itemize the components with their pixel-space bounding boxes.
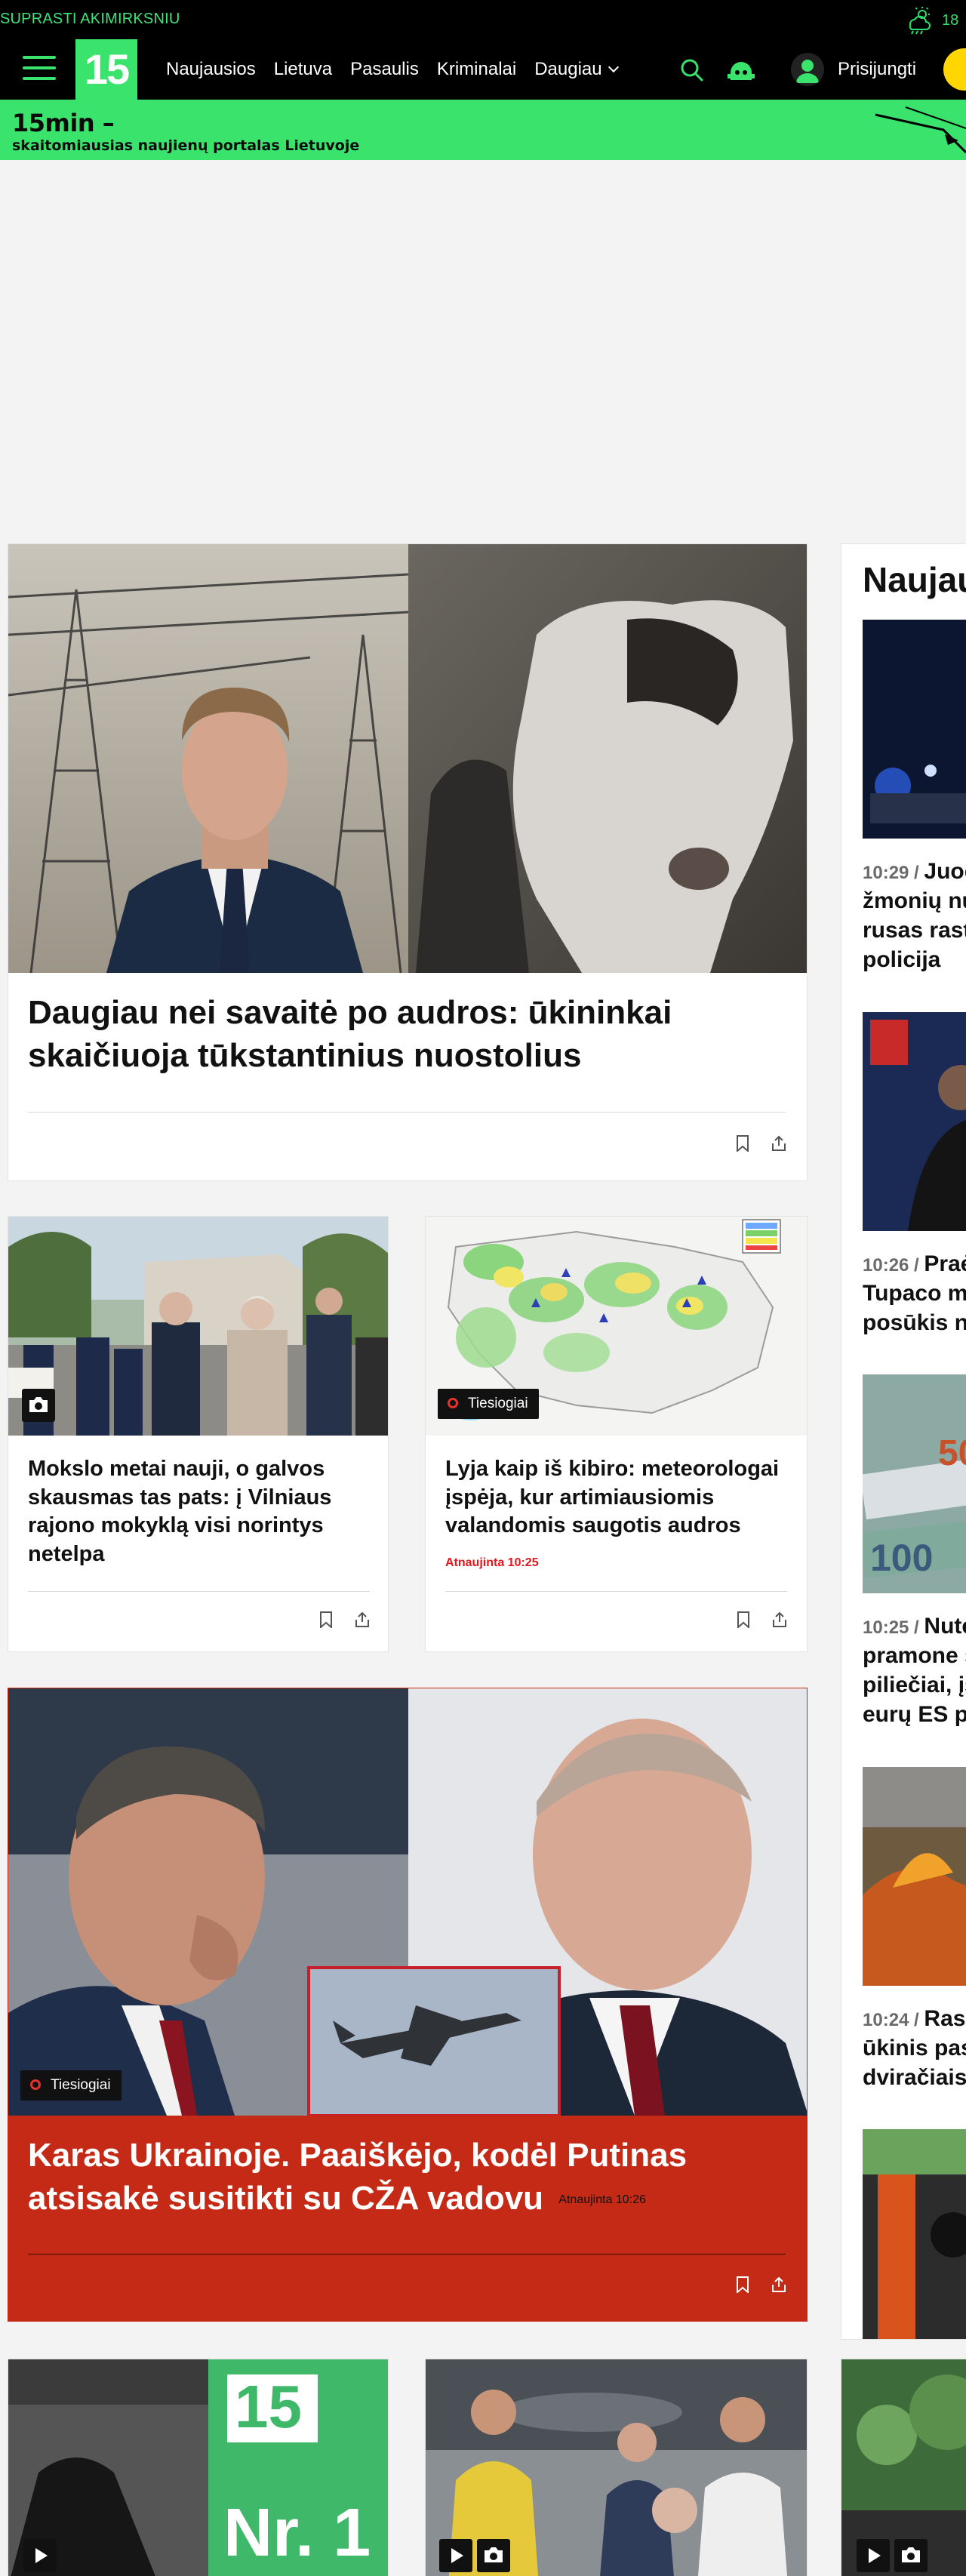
bookmark-icon[interactable] [736, 2276, 749, 2293]
svg-text:15: 15 [235, 2373, 302, 2440]
menu-hamburger-icon[interactable] [23, 56, 56, 83]
sidebar-thumb-2[interactable] [863, 1012, 966, 1231]
sidebar-item-4[interactable]: 10:24 / Rase ūkinis pas dviračiais [863, 2004, 966, 2092]
sidebar-heading: Naujausios [863, 560, 966, 599]
main-navigation: 15 Naujausios Lietuva Pasaulis Kriminala… [0, 39, 966, 100]
video-article-card-3[interactable] [841, 2359, 966, 2576]
nav-item-naujausios[interactable]: Naujausios [166, 59, 256, 80]
bookmark-icon[interactable] [736, 1135, 749, 1152]
sidebar-thumb-4[interactable] [863, 1767, 966, 1986]
nav-item-lietuva[interactable]: Lietuva [274, 59, 332, 80]
sidebar-item-time: 10:29 [863, 863, 909, 883]
video-article-card-1[interactable]: 15 Nr. 1 [8, 2359, 389, 2576]
share-icon[interactable] [354, 1611, 371, 1628]
svg-text:100: 100 [870, 1537, 933, 1579]
video-play-icon [23, 2539, 57, 2572]
nav-menu: Naujausios Lietuva Pasaulis Kriminalai D… [166, 59, 635, 80]
weather-title[interactable]: Lyja kaip iš kibiro: meteorologai įspėja… [445, 1455, 800, 1540]
school-title[interactable]: Mokslo metai nauji, o galvos skausmas ta… [28, 1455, 368, 1569]
top-strip: SUPRASTI AKIMIRKSNIU 18 [0, 0, 966, 39]
war-photo [8, 1688, 807, 2116]
nav-item-pasaulis[interactable]: Pasaulis [350, 59, 419, 80]
video-article-card-2[interactable] [425, 2359, 808, 2576]
ticker-text[interactable]: SUPRASTI AKIMIRKSNIU [0, 11, 180, 28]
robot-assistant-icon[interactable] [726, 57, 756, 83]
temperature-value: 18 [942, 11, 959, 29]
tagline-decoration [875, 106, 966, 154]
nav-item-daugiau[interactable]: Daugiau [534, 59, 617, 80]
sidebar-item-3[interactable]: 10:25 / Nute pramone s piliečiai, įs eur… [863, 1611, 966, 1729]
search-icon[interactable] [679, 57, 705, 83]
hero-article-card[interactable]: Daugiau nei savaitė po audros: ūkininkai… [8, 543, 808, 1181]
hero-divider [28, 1112, 786, 1113]
cloud-sun-rain-icon [909, 7, 931, 35]
war-title[interactable]: Karas Ukrainoje. Paaiškėjo, kodėl Putina… [28, 2134, 790, 2220]
hero-title[interactable]: Daugiau nei savaitė po audros: ūkininkai… [28, 991, 768, 1077]
photo-gallery-icon [477, 2539, 510, 2572]
weather-widget[interactable]: 18 [904, 5, 958, 35]
tagline-slogan: skaitomiausias naujienų portalas Lietuvo… [12, 137, 360, 154]
svg-text:50: 50 [938, 1433, 966, 1473]
video-play-icon [439, 2539, 472, 2572]
share-icon[interactable] [771, 1611, 788, 1628]
nav-item-kriminalai[interactable]: Kriminalai [437, 59, 516, 80]
user-avatar-icon[interactable] [791, 53, 824, 86]
weather-article-card[interactable]: Tiesiogiai Lyja kaip iš kibiro: meteorol… [425, 1216, 808, 1652]
login-link[interactable]: Prisijungti [838, 59, 916, 80]
tagline-banner: 15min – skaitomiausias naujienų portalas… [0, 100, 966, 160]
sidebar-item-1[interactable]: 10:29 / Juod žmonių nu rusas rast polici… [863, 857, 966, 974]
video-play-icon [857, 2539, 890, 2572]
school-divider [28, 1591, 370, 1592]
live-badge: Tiesiogiai [438, 1389, 539, 1419]
weather-updated: Atnaujinta 10:25 [445, 1556, 539, 1569]
sidebar-thumb-3[interactable]: 100 50 [863, 1374, 966, 1593]
latest-news-sidebar: Naujausios 10:29 / Juod žmonių nu rusas … [841, 543, 966, 2340]
share-icon[interactable] [771, 2276, 787, 2293]
war-article-card[interactable]: Tiesiogiai Karas Ukrainoje. Paaiškėjo, k… [8, 1688, 808, 2322]
svg-text:Nr. 1: Nr. 1 [223, 2495, 371, 2571]
share-icon[interactable] [771, 1135, 787, 1152]
tagline-brand: 15min – [12, 109, 115, 137]
sidebar-thumb-5[interactable] [863, 2129, 966, 2339]
weather-divider [445, 1591, 787, 1592]
bookmark-icon[interactable] [737, 1611, 750, 1628]
photo-gallery-icon [894, 2539, 928, 2572]
subscribe-button[interactable] [943, 48, 966, 91]
photo-gallery-icon [22, 1389, 55, 1422]
sidebar-thumb-1[interactable] [863, 620, 966, 839]
sidebar-item-2[interactable]: 10:26 / Praė Tupaco m posūkis nu [863, 1249, 966, 1337]
hero-photo [8, 544, 807, 973]
live-badge: Tiesiogiai [20, 2070, 122, 2101]
school-photo [8, 1217, 388, 1436]
bookmark-icon[interactable] [319, 1611, 333, 1628]
video-photo-1: 15 Nr. 1 [8, 2359, 388, 2576]
site-logo[interactable]: 15 [75, 39, 137, 100]
war-updated: Atnaujinta 10:26 [558, 2193, 646, 2207]
school-article-card[interactable]: Mokslo metai nauji, o galvos skausmas ta… [8, 1216, 389, 1652]
